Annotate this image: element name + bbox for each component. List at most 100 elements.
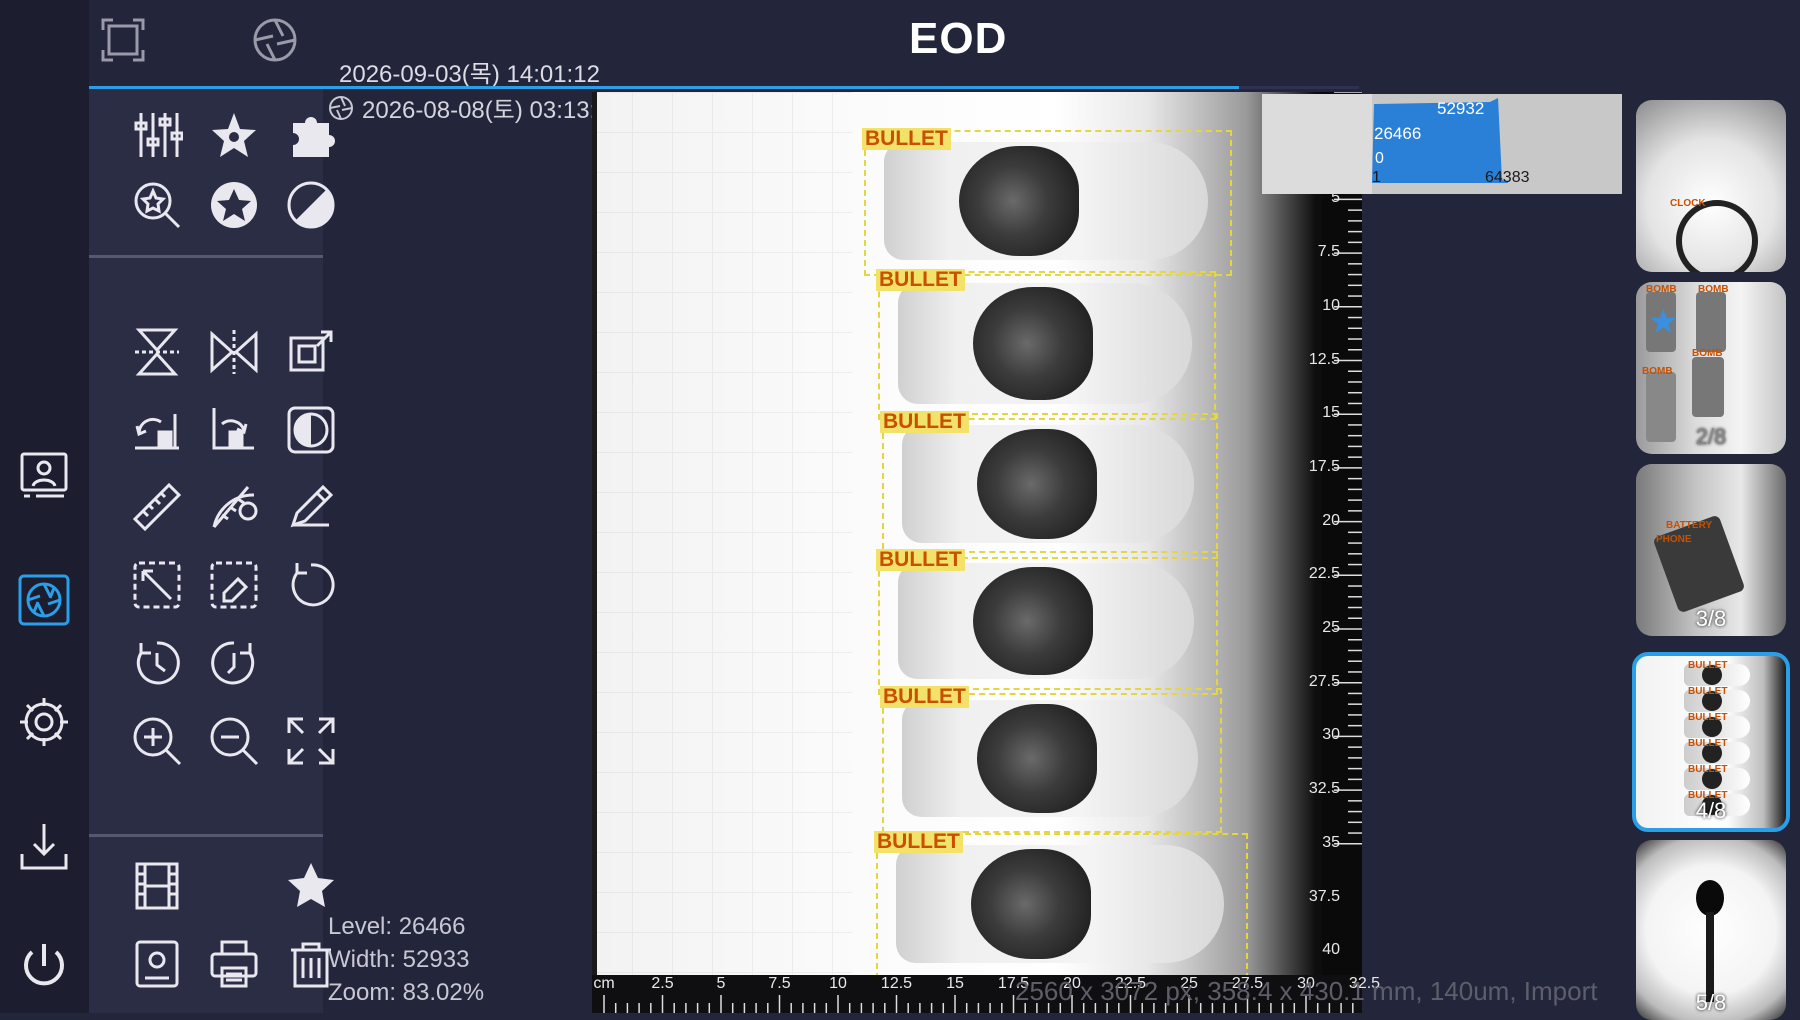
patient-icon[interactable] <box>14 446 74 506</box>
settings-gear-icon[interactable] <box>14 692 74 752</box>
zoom-out-icon[interactable] <box>204 711 264 771</box>
header-line-muted <box>1239 86 1359 89</box>
history-forward-icon[interactable] <box>204 633 264 693</box>
bomb-shape <box>1692 357 1724 417</box>
flip-vertical-icon[interactable] <box>127 322 187 382</box>
fullscreen-frame-icon[interactable] <box>97 14 149 66</box>
thumbnail-5[interactable]: 5/8 <box>1636 840 1786 1020</box>
rotate-right-icon[interactable] <box>204 400 264 460</box>
star-filter-icon[interactable] <box>204 105 264 165</box>
pencil-icon[interactable] <box>281 477 341 537</box>
ruler-unit: cm <box>593 975 615 992</box>
histogram-maxval: 64383 <box>1485 169 1530 186</box>
save-icon[interactable] <box>127 934 187 994</box>
detection-box[interactable] <box>882 413 1218 559</box>
vruler-tick-label: 20 <box>1322 511 1340 529</box>
thumb-label: BULLET <box>1688 712 1728 723</box>
level-readout: Level: 26466 <box>328 913 466 940</box>
shutter-small-icon <box>329 95 353 120</box>
thumb-label: CLOCK <box>1670 198 1706 209</box>
thumbnail-2[interactable]: ★ BOMB BOMB BOMB BOMB 2/8 <box>1636 282 1786 454</box>
thumb-label: BULLET <box>1688 660 1728 671</box>
flip-horizontal-icon[interactable] <box>204 322 264 382</box>
arrow-annotate-icon[interactable] <box>127 555 187 615</box>
acquire-icon[interactable] <box>14 570 74 630</box>
thumbnail-strip: CLOCK ★ BOMB BOMB BOMB BOMB 2/8 BATTERY … <box>1622 92 1800 1020</box>
ruler-icon[interactable] <box>127 477 187 537</box>
vruler-tick-label: 15 <box>1322 404 1340 422</box>
detection-box[interactable] <box>876 833 1248 979</box>
thumb-label: BOMB <box>1646 284 1677 295</box>
thumbnail-3[interactable]: BATTERY PHONE 3/8 <box>1636 464 1786 636</box>
thumb-label: BOMB <box>1698 284 1729 295</box>
eraser-icon[interactable] <box>204 555 264 615</box>
thumb-label: BULLET <box>1688 764 1728 775</box>
shutter-icon[interactable] <box>249 14 301 66</box>
vruler-tick-label: 12.5 <box>1308 350 1340 368</box>
histogram-level: 26466 <box>1374 124 1422 143</box>
thumb-count: 4/8 <box>1695 798 1727 823</box>
zoom-in-icon[interactable] <box>127 711 187 771</box>
vruler-tick-label: 17.5 <box>1308 457 1340 475</box>
power-icon[interactable] <box>14 936 74 996</box>
history-back-icon[interactable] <box>127 633 187 693</box>
detection-label: BULLET <box>874 831 963 853</box>
search-star-icon[interactable] <box>127 175 187 235</box>
thumbnail-1[interactable]: CLOCK <box>1636 100 1786 272</box>
thumb-label: PHONE <box>1656 534 1692 545</box>
detection-box[interactable] <box>864 130 1232 276</box>
detection-label: BULLET <box>876 269 965 291</box>
zoom-readout: Zoom: 83.02% <box>328 979 485 1006</box>
detection-label: BULLET <box>876 549 965 571</box>
histogram-max: 52932 <box>1437 99 1485 118</box>
bomb-shape <box>1696 292 1726 352</box>
invert-icon[interactable] <box>281 175 341 235</box>
favorite-star-icon[interactable] <box>281 856 341 916</box>
image-dimensions: 2560 x 3072 px, 358.4 x 430.1 mm, 140um,… <box>1015 976 1598 1006</box>
bulb-shape <box>1696 880 1724 916</box>
vruler-tick-label: 7.5 <box>1317 243 1340 261</box>
crop-zoom-icon[interactable] <box>281 322 341 382</box>
vruler-tick-label: 27.5 <box>1308 672 1340 690</box>
acquisition-time-text: 2026-08-08(토) 03:13:16 <box>362 97 623 124</box>
detection-box[interactable] <box>878 551 1218 695</box>
vruler-tick-label: 10 <box>1322 296 1340 314</box>
width-readout: Width: 52933 <box>328 946 470 973</box>
clock-shape <box>1676 200 1758 272</box>
contrast-icon[interactable] <box>281 400 341 460</box>
tool-panel <box>89 89 335 1013</box>
vertical-ruler-labels: 2.557.51012.51517.52022.52527.53032.5353… <box>1308 92 1340 975</box>
thumb-label: BATTERY <box>1666 520 1713 531</box>
download-icon[interactable] <box>14 816 74 876</box>
fit-screen-icon[interactable] <box>281 711 341 771</box>
left-rail <box>0 0 89 1013</box>
thumb-label: BULLET <box>1688 686 1728 697</box>
thumbnail-4-selected[interactable]: BULLET BULLET BULLET BULLET BULLET BULLET 4/8 <box>1632 652 1790 832</box>
reset-icon[interactable] <box>281 555 341 615</box>
hruler-tick-label: 7.5 <box>768 975 791 992</box>
hruler-tick-label: 12.5 <box>880 975 913 992</box>
thumb-count: 5/8 <box>1695 990 1727 1015</box>
star-circle-icon[interactable] <box>204 175 264 235</box>
acquisition-time: 2026-08-08(토) 03:13:16 <box>328 90 623 125</box>
image-info: Level: 26466 Width: 52933 Zoom: 83.02% <box>328 910 484 1009</box>
detection-box[interactable] <box>882 688 1222 833</box>
print-icon[interactable] <box>204 934 264 994</box>
thumb-label: BOMB <box>1692 348 1723 359</box>
thumb-count: 3/8 <box>1695 606 1727 631</box>
hruler-tick-label: 10 <box>829 975 847 992</box>
rotate-left-icon[interactable] <box>127 400 187 460</box>
vruler-tick-label: 35 <box>1322 833 1340 851</box>
adjust-sliders-icon[interactable] <box>127 105 187 165</box>
detection-box[interactable] <box>878 271 1216 420</box>
thumb-label: BOMB <box>1642 366 1673 377</box>
vruler-tick-label: 40 <box>1322 941 1340 959</box>
histogram[interactable]: 52932 26466 0 1 64383 <box>1262 94 1622 194</box>
angle-measure-icon[interactable] <box>204 477 264 537</box>
star-marker-icon: ★ <box>1648 303 1679 341</box>
tool-divider-2 <box>89 834 323 837</box>
histogram-min: 1 <box>1372 169 1381 186</box>
film-icon[interactable] <box>127 856 187 916</box>
vruler-tick-label: 25 <box>1322 619 1340 636</box>
stem-shape <box>1706 912 1714 1002</box>
